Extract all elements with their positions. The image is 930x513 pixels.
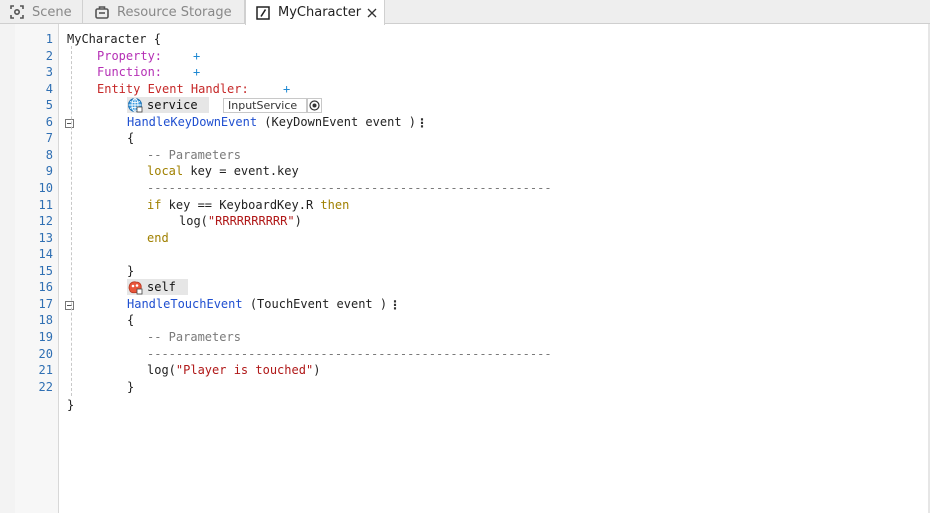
line-number: 2 bbox=[45, 49, 53, 63]
keyword-then: then bbox=[320, 198, 350, 212]
function-label: Function: bbox=[97, 65, 163, 79]
tab-scene-label: Scene bbox=[32, 4, 72, 20]
handler-params: (TouchEvent event ) bbox=[249, 297, 388, 311]
indent-guide bbox=[71, 46, 72, 396]
line-number: 13 bbox=[38, 231, 53, 245]
log-call: log( bbox=[147, 363, 176, 377]
editor-left-strip bbox=[0, 24, 15, 513]
line-number: 18 bbox=[38, 313, 53, 327]
keyword-if: if bbox=[147, 198, 162, 212]
tab-scene[interactable]: Scene bbox=[0, 0, 83, 24]
code-line[interactable]: log("RRRRRRRRRR") bbox=[179, 213, 302, 229]
line-number: 10 bbox=[38, 181, 53, 195]
fold-toggle[interactable] bbox=[65, 119, 74, 128]
open-brace: { bbox=[127, 131, 135, 145]
code-line[interactable]: local key = event.key bbox=[147, 163, 299, 179]
line-number: 14 bbox=[38, 247, 53, 261]
line-number: 1 bbox=[45, 32, 53, 46]
keyword-local: local bbox=[147, 164, 184, 178]
local-statement: key = event.key bbox=[183, 164, 299, 178]
line-number: 21 bbox=[38, 363, 53, 377]
open-brace: { bbox=[127, 313, 135, 327]
service-select[interactable]: InputService bbox=[223, 98, 307, 113]
line-number: 15 bbox=[38, 264, 53, 278]
separator-line: ----------------------------------------… bbox=[147, 181, 552, 195]
log-string: "Player is touched" bbox=[175, 363, 314, 377]
globe-icon bbox=[127, 97, 143, 113]
line-number: 19 bbox=[38, 330, 53, 344]
add-function-button[interactable]: + bbox=[193, 64, 200, 80]
resource-storage-icon bbox=[95, 5, 109, 19]
line-number: 22 bbox=[38, 380, 53, 394]
close-brace: } bbox=[127, 380, 135, 394]
handler-target-service[interactable]: service bbox=[127, 97, 209, 113]
script-editor[interactable]: 1 2 3 4 5 6 7 8 9 10 11 12 13 14 15 16 1… bbox=[0, 24, 930, 513]
if-condition: key == KeyboardKey.R bbox=[161, 198, 321, 212]
line-number: 16 bbox=[38, 280, 53, 294]
component-name: MyCharacter bbox=[67, 32, 147, 46]
code-line: MyCharacter { bbox=[67, 31, 161, 47]
line-number: 20 bbox=[38, 347, 53, 361]
add-entity-event-handler-button[interactable]: + bbox=[283, 81, 290, 97]
service-select-value: InputService bbox=[228, 99, 298, 112]
handler-name[interactable]: HandleTouchEvent bbox=[127, 297, 243, 311]
line-number: 17 bbox=[38, 297, 53, 311]
line-number: 9 bbox=[45, 164, 53, 178]
more-options-icon[interactable]: ⋮ bbox=[389, 298, 401, 312]
log-string: "RRRRRRRRRR" bbox=[207, 214, 295, 228]
tab-resource-storage-label: Resource Storage bbox=[117, 4, 232, 20]
handler-target-label: service bbox=[147, 98, 198, 112]
line-number: 8 bbox=[45, 148, 53, 162]
comment-parameters: -- Parameters bbox=[147, 148, 241, 162]
close-brace: } bbox=[127, 264, 135, 278]
fold-toggle[interactable] bbox=[65, 301, 74, 310]
script-icon bbox=[256, 5, 270, 20]
line-number: 7 bbox=[45, 131, 53, 145]
handler-target-label: self bbox=[147, 280, 176, 294]
code-line[interactable]: if key == KeyboardKey.R then bbox=[147, 197, 349, 213]
line-number: 11 bbox=[38, 198, 53, 212]
self-entity-icon bbox=[127, 279, 143, 295]
handler-target-self[interactable]: self bbox=[127, 279, 188, 295]
code-line: HandleTouchEvent (TouchEvent event ) bbox=[127, 296, 387, 312]
tab-bar: Scene Resource Storage MyCharacter bbox=[0, 0, 930, 25]
line-number: 12 bbox=[38, 214, 53, 228]
line-number: 6 bbox=[45, 115, 53, 129]
code-line: HandleKeyDownEvent (KeyDownEvent event ) bbox=[127, 114, 416, 130]
line-number: 5 bbox=[45, 98, 53, 112]
line-number: 4 bbox=[45, 82, 53, 96]
log-close: ) bbox=[313, 363, 321, 377]
scene-icon bbox=[10, 5, 24, 19]
close-icon[interactable] bbox=[367, 8, 377, 18]
log-call: log( bbox=[179, 214, 208, 228]
component-close-brace: } bbox=[67, 398, 75, 412]
handler-params: (KeyDownEvent event ) bbox=[264, 115, 416, 129]
tab-resource-storage[interactable]: Resource Storage bbox=[83, 0, 245, 24]
keyword-end: end bbox=[147, 231, 169, 245]
separator-line: ----------------------------------------… bbox=[147, 347, 552, 361]
tab-mycharacter[interactable]: MyCharacter bbox=[245, 0, 385, 25]
comment-parameters: -- Parameters bbox=[147, 330, 241, 344]
add-property-button[interactable]: + bbox=[193, 48, 200, 64]
entity-event-handler-label: Entity Event Handler: bbox=[97, 82, 249, 96]
tab-mycharacter-label: MyCharacter bbox=[278, 5, 362, 20]
target-picker-icon[interactable] bbox=[307, 98, 322, 113]
code-line[interactable]: log("Player is touched") bbox=[147, 362, 320, 378]
log-close: ) bbox=[294, 214, 302, 228]
property-label: Property: bbox=[97, 49, 163, 63]
more-options-icon[interactable]: ⋮ bbox=[416, 116, 428, 130]
open-brace: { bbox=[153, 32, 161, 46]
handler-name[interactable]: HandleKeyDownEvent bbox=[127, 115, 257, 129]
line-number: 3 bbox=[45, 65, 53, 79]
